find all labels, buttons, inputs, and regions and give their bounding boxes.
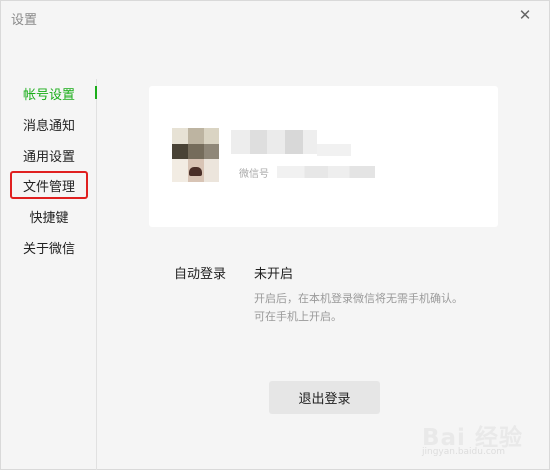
wechat-id-label: 微信号 bbox=[239, 169, 269, 180]
account-card: 微信号 bbox=[149, 86, 498, 227]
auto-login-status: 未开启 bbox=[254, 267, 294, 282]
auto-login-description: 开启后，在本机登录微信将无需手机确认。 可在手机上开启。 bbox=[254, 290, 524, 326]
wechat-id-blurred bbox=[277, 166, 375, 178]
auto-login-description-line1: 开启后，在本机登录微信将无需手机确认。 bbox=[254, 292, 463, 305]
sidebar-item-notifications[interactable]: 消息通知 bbox=[1, 110, 97, 138]
sidebar-item-file-management[interactable]: 文件管理 bbox=[10, 171, 88, 199]
sidebar-item-about[interactable]: 关于微信 bbox=[1, 233, 97, 261]
watermark-url: jingyan.baidu.com bbox=[422, 447, 506, 457]
avatar[interactable] bbox=[172, 128, 219, 182]
settings-window: 设置 ✕ 帐号设置 消息通知 通用设置 文件管理 快捷键 关于微信 微信号 自动… bbox=[0, 0, 550, 470]
settings-sidebar: 帐号设置 消息通知 通用设置 文件管理 快捷键 关于微信 bbox=[1, 79, 97, 470]
window-title: 设置 bbox=[11, 13, 38, 28]
sidebar-item-shortcuts[interactable]: 快捷键 bbox=[1, 202, 97, 230]
auto-login-label: 自动登录 bbox=[174, 267, 227, 282]
auto-login-description-line2: 可在手机上开启。 bbox=[254, 310, 342, 323]
nickname-blurred bbox=[231, 130, 317, 154]
close-icon[interactable]: ✕ bbox=[515, 5, 535, 25]
nickname-blurred-tail bbox=[317, 144, 351, 156]
sidebar-item-general[interactable]: 通用设置 bbox=[1, 141, 97, 169]
sidebar-item-account[interactable]: 帐号设置 bbox=[1, 79, 97, 107]
logout-button[interactable]: 退出登录 bbox=[269, 381, 380, 414]
